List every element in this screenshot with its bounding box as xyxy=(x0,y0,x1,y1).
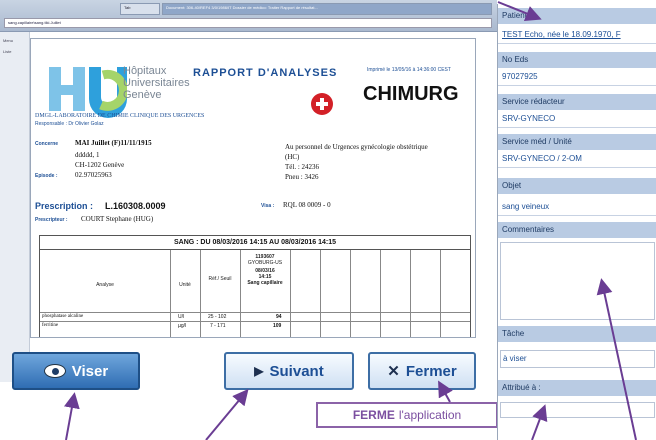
tache-field[interactable]: à viser xyxy=(500,350,655,368)
header-analyse: Analyse xyxy=(96,282,114,288)
service-code: CHIMURG xyxy=(363,83,459,105)
episode-value: 02.97025963 xyxy=(75,171,112,179)
rail-item[interactable]: Liste xyxy=(3,49,26,54)
left-rail: Menu Liste xyxy=(0,32,30,382)
task-panel: Patient TEST Echo, née le 18.09.1970, F … xyxy=(497,4,656,440)
address-line: CH-1202 Genève xyxy=(75,161,125,169)
report-title: RAPPORT D'ANALYSES xyxy=(193,67,338,79)
no-eds-value: 97027925 xyxy=(498,68,656,86)
play-arrow-icon: ▶ xyxy=(254,364,264,378)
attribue-field[interactable] xyxy=(500,402,655,418)
sample-line: GYOBURG-US xyxy=(247,260,283,266)
cell-unite: U/l xyxy=(178,314,185,320)
service-redacteur-value: SRV-GYNECO xyxy=(498,110,656,128)
browser-tab-active[interactable]: Document: 306-40/REF4 3/0/1986/IT Dossie… xyxy=(162,3,492,15)
hospital-name: Hôpitaux Universitaires Genève xyxy=(123,65,190,101)
annotation-bold: FERME xyxy=(352,408,395,422)
service-med-label: Service méd / Unité xyxy=(498,134,656,150)
annotation-callout: FERME l'application xyxy=(316,402,498,428)
suivant-button[interactable]: ▶ Suivant xyxy=(224,352,354,390)
objet-label: Objet xyxy=(498,178,656,194)
objet-value: sang veineux xyxy=(498,198,656,216)
table-row: ferritine µg/l 7 - 171 109 xyxy=(40,321,470,330)
viser-label: Viser xyxy=(71,362,109,380)
fermer-label: Fermer xyxy=(405,362,457,380)
fermer-button[interactable]: ✕ Fermer xyxy=(368,352,476,390)
eye-icon xyxy=(43,364,66,378)
patient-link[interactable]: TEST Echo, née le 18.09.1970, F xyxy=(498,26,656,44)
close-icon: ✕ xyxy=(387,363,400,380)
lab-report: Hôpitaux Universitaires Genève RAPPORT D… xyxy=(30,38,476,338)
hospital-line: Genève xyxy=(123,89,162,101)
no-eds-label: No Eds xyxy=(498,52,656,68)
address-line: ddddd, 1 xyxy=(75,151,100,159)
header-ref: Réf./ Seuil xyxy=(208,276,232,282)
cell-ref: 7 - 171 xyxy=(210,323,226,329)
header-sample: 1193607 GYOBURG-US 08/03/16 14:15 Sang c… xyxy=(242,254,288,286)
patient-block: Concerne MAI Juillet (F)11/11/1915 ddddd… xyxy=(35,139,475,199)
concerne-label: Concerne xyxy=(35,141,59,147)
responsable: Responsable : Dr Olivier Golaz xyxy=(35,121,104,127)
browser-tab[interactable]: Tab xyxy=(120,3,160,15)
hospital-line: Universitaires xyxy=(123,77,190,89)
commentaires-label: Commentaires xyxy=(498,222,656,238)
prescripteur-label: Prescripteur : xyxy=(35,217,68,223)
cell-analyse: ferritine xyxy=(42,323,59,328)
patient-name: MAI Juillet (F)11/11/1915 xyxy=(75,139,152,147)
arrow-to-suivant xyxy=(205,388,249,440)
recipient-tel: Tél. : 24236 xyxy=(285,163,320,171)
hospital-line: Hôpitaux xyxy=(123,65,167,77)
table-row: phosphatase alcaline U/l 25 - 102 94 xyxy=(40,312,470,321)
cell-ref: 25 - 102 xyxy=(208,314,227,320)
visa-value: RQL 08 0009 - 0 xyxy=(283,201,331,209)
screenshot-stage: Tab Document: 306-40/REF4 3/0/1986/IT Do… xyxy=(0,0,656,440)
report-header: Hôpitaux Universitaires Genève RAPPORT D… xyxy=(31,39,475,131)
results-table: SANG : DU 08/03/2016 14:15 AU 08/03/2016… xyxy=(39,235,471,337)
patient-label: Patient xyxy=(498,8,656,24)
suivant-label: Suivant xyxy=(269,362,324,380)
visa-label: Visa : xyxy=(261,203,275,209)
header-unite: Unité xyxy=(179,282,191,288)
printed-date: Imprimé le 13/05/16 à 14:36:00 CEST xyxy=(367,67,451,73)
rail-item[interactable]: Menu xyxy=(3,38,26,43)
prescripteur-value: COURT Stephane (HUG) xyxy=(81,215,154,223)
sample-line: Sang capillaire xyxy=(247,280,283,286)
commentaires-field[interactable] xyxy=(500,242,655,320)
sample-band: SANG : DU 08/03/2016 14:15 AU 08/03/2016… xyxy=(40,236,470,250)
recipient-pneu: Pneu : 3426 xyxy=(285,173,319,181)
cell-analyse: phosphatase alcaline xyxy=(42,314,84,319)
annotation-text: l'application xyxy=(398,408,462,422)
viser-button[interactable]: Viser xyxy=(12,352,140,390)
cell-value: 109 xyxy=(273,323,282,329)
browser-toolbar: Tab Document: 306-40/REF4 3/0/1986/IT Do… xyxy=(0,0,497,32)
service-redacteur-label: Service rédacteur xyxy=(498,94,656,110)
address-bar[interactable]: sang.capillaire\sang.tiki.Juillet xyxy=(4,18,492,28)
episode-label: Episode : xyxy=(35,173,58,179)
cell-value: 94 xyxy=(276,314,282,320)
prescription-number: L.160308.0009 xyxy=(105,201,166,211)
prescription-label: Prescription : xyxy=(35,201,94,211)
recipient-line: Au personnel de Urgences gynécologie obs… xyxy=(285,143,428,151)
laboratory-name: DMGL-LABORATOIRE DE CHIMIE CLINIQUE DES … xyxy=(35,113,205,119)
cell-unite: µg/l xyxy=(178,323,187,329)
tache-label: Tâche xyxy=(498,326,656,342)
recipient-line: (HC) xyxy=(285,153,300,161)
swiss-cross-icon xyxy=(311,93,333,115)
arrow-to-viser xyxy=(63,392,80,440)
service-med-value: SRV-GYNECO / 2-OM xyxy=(498,150,656,168)
attribue-label: Attribué à : xyxy=(498,380,656,396)
